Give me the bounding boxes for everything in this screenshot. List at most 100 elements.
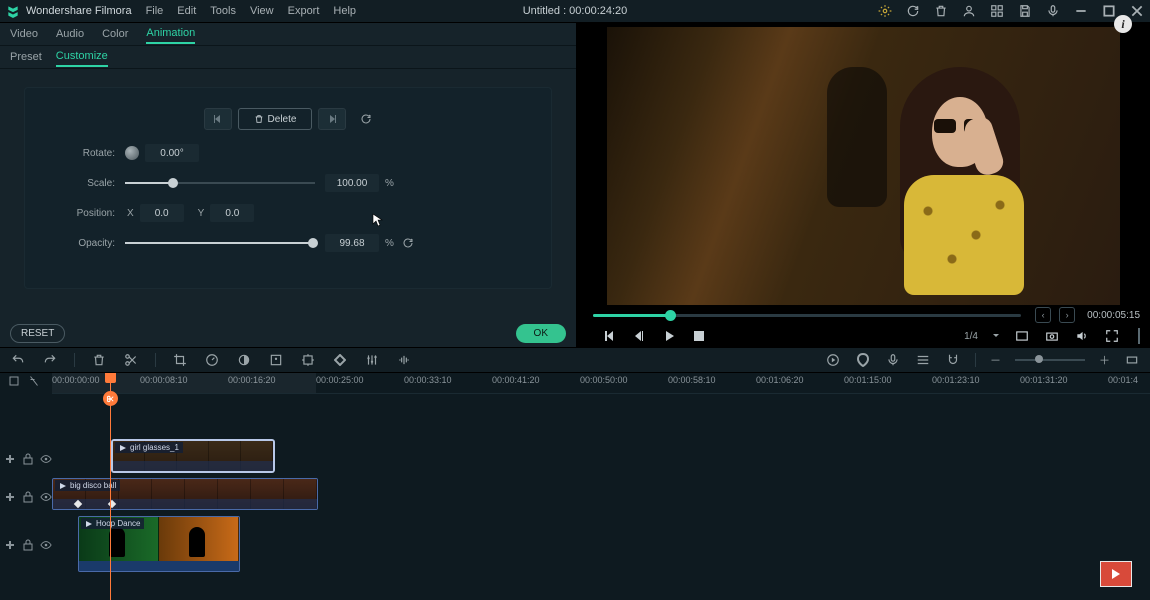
menu-export[interactable]: Export: [288, 5, 320, 17]
track-lock-icon[interactable]: [22, 491, 34, 503]
next-marker-button[interactable]: ›: [1059, 307, 1075, 323]
motion-track-icon[interactable]: [300, 352, 316, 368]
audio-mixer-icon[interactable]: [364, 352, 380, 368]
tab-audio[interactable]: Audio: [56, 25, 84, 43]
trash-icon[interactable]: [934, 4, 948, 18]
track-manager-icon[interactable]: [915, 352, 931, 368]
rotate-input[interactable]: [145, 144, 199, 162]
delete-keyframe-button[interactable]: Delete: [238, 108, 312, 130]
track-lock-icon[interactable]: [22, 453, 34, 465]
close-button[interactable]: [1130, 4, 1144, 18]
position-label: Position:: [35, 208, 125, 219]
zoom-in-button[interactable]: ＋: [1099, 352, 1110, 368]
track-add-icon[interactable]: [4, 453, 16, 465]
tab-video[interactable]: Video: [10, 25, 38, 43]
magnet-icon[interactable]: [945, 352, 961, 368]
redo-icon[interactable]: [42, 352, 58, 368]
zoom-out-button[interactable]: －: [990, 352, 1001, 368]
ok-button[interactable]: OK: [516, 324, 566, 343]
zoom-slider[interactable]: [1015, 359, 1085, 361]
refresh-icon[interactable]: [906, 4, 920, 18]
quality-icon[interactable]: [1014, 328, 1030, 344]
keyframe-icon[interactable]: [332, 352, 348, 368]
split-icon[interactable]: [123, 352, 139, 368]
track-visibility-icon[interactable]: [40, 539, 52, 551]
position-y-input[interactable]: [210, 204, 254, 222]
opacity-slider[interactable]: [125, 242, 315, 244]
snapshot-icon[interactable]: [1044, 328, 1060, 344]
preview-video[interactable]: [607, 27, 1120, 305]
recording-badge-icon[interactable]: [1100, 561, 1132, 587]
step-back-button[interactable]: [601, 328, 617, 344]
app-logo-icon: [6, 4, 20, 18]
opacity-input[interactable]: [325, 234, 379, 252]
frame-back-button[interactable]: [631, 328, 647, 344]
preview-scrubber[interactable]: [593, 314, 1021, 317]
tab-animation[interactable]: Animation: [146, 24, 195, 44]
scale-slider[interactable]: [125, 182, 315, 184]
user-icon[interactable]: [962, 4, 976, 18]
clip-hoop-dance[interactable]: Hoop Dance: [78, 516, 240, 572]
ruler-tick: 00:00:25:00: [316, 375, 364, 385]
volume-icon[interactable]: [1074, 328, 1090, 344]
animation-properties: Delete Rotate: Scale: %: [24, 87, 552, 289]
stop-button[interactable]: [691, 328, 707, 344]
y-label: Y: [198, 208, 205, 219]
track-lock-icon[interactable]: [22, 539, 34, 551]
menu-tools[interactable]: Tools: [210, 5, 236, 17]
prev-keyframe-button[interactable]: [204, 108, 232, 130]
track-visibility-icon[interactable]: [40, 491, 52, 503]
menu-edit[interactable]: Edit: [177, 5, 196, 17]
rotate-knob[interactable]: [125, 146, 139, 160]
mic-icon[interactable]: [1046, 4, 1060, 18]
save-icon[interactable]: [1018, 4, 1032, 18]
tab-color[interactable]: Color: [102, 25, 128, 43]
menu-file[interactable]: File: [146, 5, 164, 17]
tab-preset[interactable]: Preset: [10, 48, 42, 66]
fullscreen-icon[interactable]: [1104, 328, 1120, 344]
crop-icon[interactable]: [172, 352, 188, 368]
selection-tool-icon[interactable]: [8, 375, 20, 387]
preview-scale[interactable]: 1/4: [964, 331, 978, 342]
track-add-icon[interactable]: [4, 491, 16, 503]
speed-icon[interactable]: [204, 352, 220, 368]
grid-icon[interactable]: [990, 4, 1004, 18]
position-x-input[interactable]: [140, 204, 184, 222]
panel-divider[interactable]: [1138, 328, 1140, 344]
razor-tool-icon[interactable]: [28, 375, 40, 387]
reset-opacity-icon[interactable]: [402, 237, 414, 249]
record-icon[interactable]: [885, 352, 901, 368]
green-screen-icon[interactable]: [268, 352, 284, 368]
settings-icon[interactable]: [878, 4, 892, 18]
color-icon[interactable]: [236, 352, 252, 368]
scale-input[interactable]: [325, 174, 379, 192]
prev-marker-button[interactable]: ‹: [1035, 307, 1051, 323]
sub-tabs: Preset Customize: [0, 46, 576, 69]
clip-label: girl glasses_1: [130, 443, 179, 452]
undo-icon[interactable]: [10, 352, 26, 368]
chevron-down-icon[interactable]: [992, 332, 1000, 340]
marker-icon[interactable]: [855, 352, 871, 368]
play-button[interactable]: [661, 328, 677, 344]
app-name: Wondershare Filmora: [26, 5, 132, 17]
info-badge[interactable]: i: [1114, 15, 1132, 33]
tab-customize[interactable]: Customize: [56, 47, 108, 67]
render-icon[interactable]: [825, 352, 841, 368]
minimize-button[interactable]: [1074, 4, 1088, 18]
reset-keyframe-icon[interactable]: [360, 113, 372, 125]
menu-help[interactable]: Help: [333, 5, 356, 17]
ruler-tick: 00:00:50:00: [580, 375, 628, 385]
track-add-icon[interactable]: [4, 539, 16, 551]
track-visibility-icon[interactable]: [40, 453, 52, 465]
next-keyframe-button[interactable]: [318, 108, 346, 130]
clip-big-disco-ball[interactable]: big disco ball: [52, 478, 318, 510]
reset-button[interactable]: RESET: [10, 324, 65, 343]
playhead[interactable]: [110, 373, 111, 600]
delete-icon[interactable]: [91, 352, 107, 368]
maximize-button[interactable]: [1102, 4, 1116, 18]
clip-girl-glasses[interactable]: girl glasses_1: [112, 440, 274, 472]
work-area[interactable]: [52, 373, 316, 393]
audio-wave-icon[interactable]: [396, 352, 412, 368]
menu-view[interactable]: View: [250, 5, 274, 17]
zoom-fit-icon[interactable]: [1124, 352, 1140, 368]
